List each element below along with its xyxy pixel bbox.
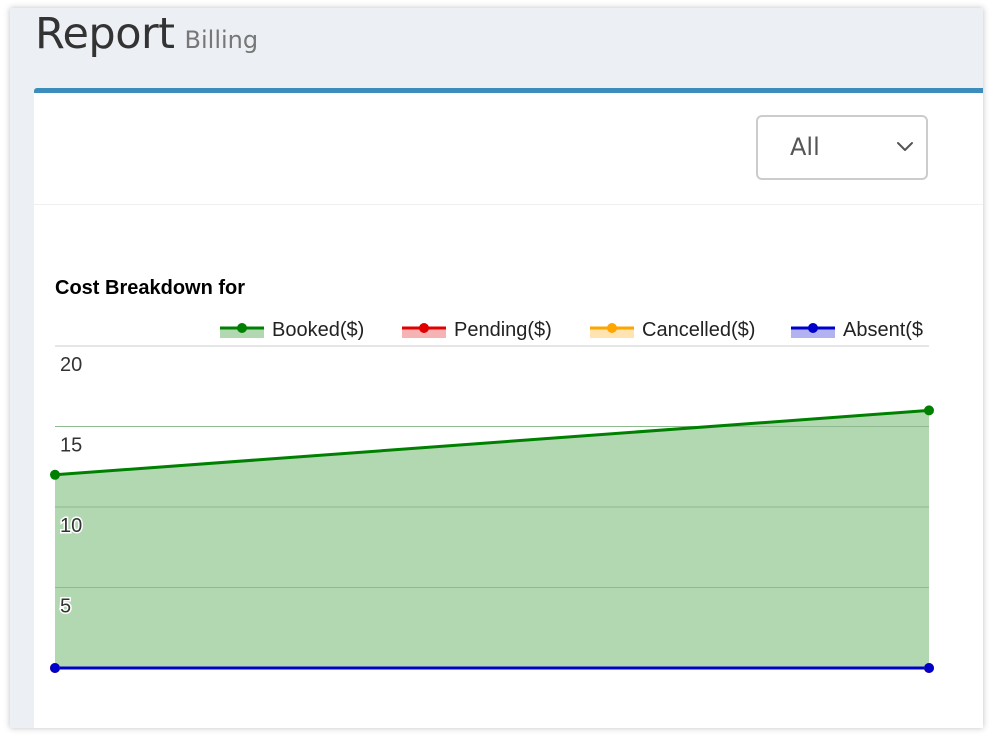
legend-marker: [808, 323, 818, 333]
legend-item-absent[interactable]: Absent($: [791, 319, 923, 341]
window-frame: Report Billing All 5 10 15 20 Cost Breakdow…: [10, 8, 983, 728]
y-tick-label: 15: [60, 435, 82, 457]
page-title: Report: [35, 9, 175, 59]
point-absent: [50, 663, 60, 673]
legend-label: Pending($): [454, 319, 552, 341]
legend-label: Booked($): [272, 319, 364, 341]
y-tick-label: 10: [60, 515, 82, 537]
chart-legend: Booked($) Pending($) Cancelled($) Absent($: [220, 319, 923, 341]
page-subtitle: Billing: [184, 26, 259, 54]
point-booked: [924, 405, 934, 416]
legend-label: Absent($: [843, 319, 923, 341]
legend-item-pending[interactable]: Pending($): [402, 319, 552, 341]
chart-title: Cost Breakdown for: [55, 277, 245, 299]
report-box: All 5 10 15 20 Cost Breakdown for Booked($)…: [34, 88, 983, 728]
legend-item-cancelled[interactable]: Cancelled($): [590, 319, 755, 341]
y-tick-label: 20: [60, 354, 82, 376]
legend-marker: [607, 323, 617, 333]
area-booked: [55, 410, 929, 668]
cost-breakdown-chart: 5 10 15 20 Cost Breakdown for Booked($) Pend…: [50, 277, 934, 673]
point-booked: [50, 469, 60, 480]
chart-areas: [55, 410, 929, 668]
content-header: Report Billing: [35, 8, 258, 88]
legend-marker: [419, 323, 429, 333]
legend-item-booked[interactable]: Booked($): [220, 319, 364, 341]
y-tick-label: 5: [60, 596, 71, 618]
point-absent: [924, 663, 934, 673]
legend-marker: [237, 323, 247, 333]
legend-label: Cancelled($): [642, 319, 755, 341]
